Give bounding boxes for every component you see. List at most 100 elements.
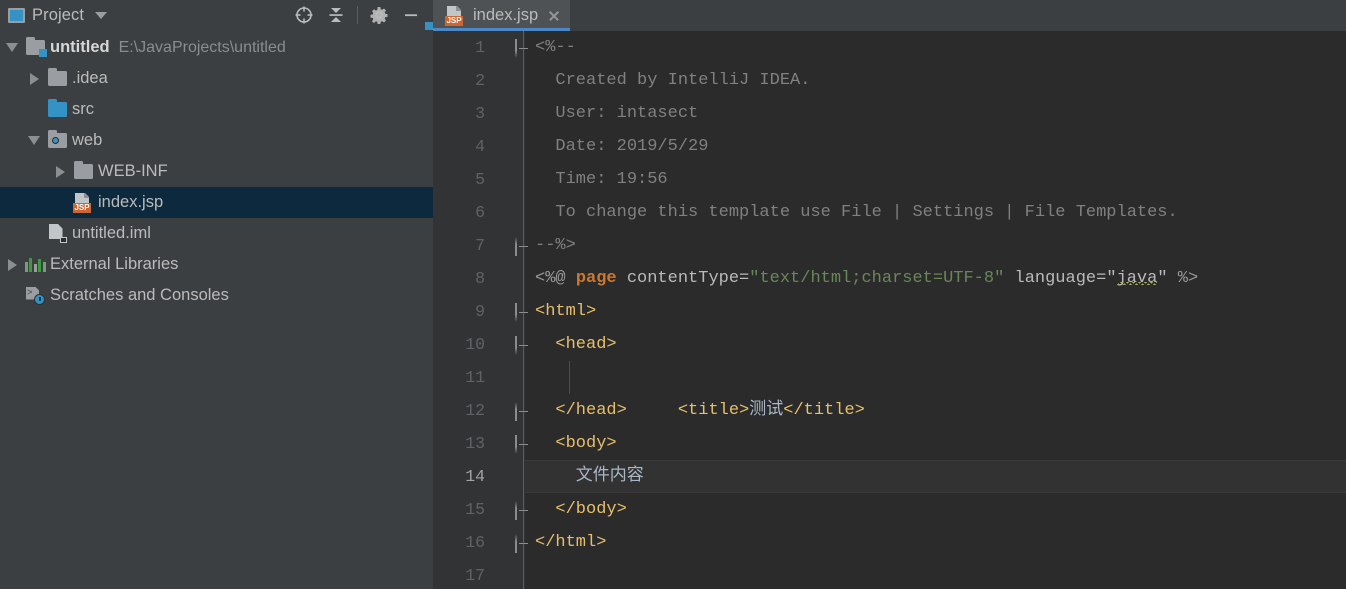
line-number: 7 [475, 236, 485, 255]
tool-window-stripe-indicator [425, 22, 433, 30]
code-line-14[interactable]: 文件内容 [525, 460, 1346, 493]
intellij-window: Project untitled E:\JavaProjects\untitle… [0, 0, 1346, 589]
tool-window-header: Project [0, 0, 433, 30]
code-line-3[interactable]: User: intasect [525, 97, 1346, 130]
code-text: User: intasect [535, 104, 699, 123]
iml-file-icon [44, 224, 70, 243]
line-number: 15 [465, 500, 485, 519]
code-line-8[interactable]: <%@ page contentType="text/html;charset=… [525, 262, 1346, 295]
line-number: 12 [465, 401, 485, 420]
line-number-current: 14 [465, 467, 485, 486]
code-line-17[interactable] [525, 559, 1346, 589]
tree-node-web-inf[interactable]: WEB-INF [0, 156, 433, 187]
code-line-2[interactable]: Created by IntelliJ IDEA. [525, 64, 1346, 97]
code-text: </body> [535, 500, 627, 519]
gutter-line: 3 [433, 97, 525, 130]
code-line-15[interactable]: </body> [525, 493, 1346, 526]
gutter-line: 17 [433, 559, 525, 589]
locate-target-button[interactable] [288, 2, 320, 28]
collapse-all-button[interactable] [320, 2, 352, 28]
hide-tool-window-button[interactable] [395, 2, 427, 28]
code-text: Time: 19:56 [535, 170, 668, 189]
fold-marker-line-10[interactable] [515, 336, 532, 355]
code-text: --%> [535, 236, 576, 255]
line-number: 6 [475, 203, 485, 222]
module-folder-icon [22, 37, 48, 57]
tree-node-untitled-iml[interactable]: untitled.iml [0, 218, 433, 249]
tree-node-untitled[interactable]: untitled E:\JavaProjects\untitled [0, 32, 433, 63]
gear-icon [370, 7, 388, 25]
code-text: <%-- [535, 38, 576, 57]
line-number: 1 [475, 38, 485, 57]
jsp-file-icon: JSP [70, 192, 96, 213]
code-text-area[interactable]: <%-- Created by IntelliJ IDEA. User: int… [525, 31, 1346, 589]
tree-node-label: src [72, 100, 94, 118]
folder-icon [44, 68, 70, 86]
code-line-16[interactable]: </html> [525, 526, 1346, 559]
gutter-line: 8 [433, 262, 525, 295]
code-line-4[interactable]: Date: 2019/5/29 [525, 130, 1346, 163]
code-line-13[interactable]: <body> [525, 427, 1346, 460]
line-number: 17 [465, 566, 485, 585]
tree-node-web[interactable]: web [0, 125, 433, 156]
expand-toggle[interactable] [24, 72, 44, 85]
line-number: 5 [475, 170, 485, 189]
fold-marker-line-9[interactable] [515, 303, 532, 322]
code-line-10[interactable]: <head> [525, 328, 1346, 361]
tree-node-index-jsp[interactable]: JSP index.jsp [0, 187, 433, 218]
code-line-11[interactable]: <title>测试</title> [525, 361, 1346, 420]
code-line-5[interactable]: Time: 19:56 [525, 163, 1346, 196]
code-text: <html> [535, 302, 597, 321]
expand-toggle[interactable] [2, 258, 22, 271]
code-line-7[interactable]: --%> [525, 229, 1346, 262]
code-line-12[interactable]: </head> [525, 394, 1346, 427]
fold-marker-line-13[interactable] [515, 435, 532, 454]
code-line-1[interactable]: <%-- [525, 31, 1346, 64]
tab-index-jsp[interactable]: JSP index.jsp [433, 0, 571, 31]
gutter-line: 5 [433, 163, 525, 196]
expand-toggle[interactable] [24, 136, 44, 145]
jsp-value-language: java [1116, 269, 1158, 288]
gutter-line: 13 [433, 427, 525, 460]
chevron-right-icon [55, 165, 65, 178]
code-text: Created by IntelliJ IDEA. [535, 71, 811, 90]
expand-toggle[interactable] [2, 43, 22, 52]
fold-marker-line-12[interactable] [515, 402, 532, 421]
settings-button[interactable] [363, 2, 395, 28]
jsp-directive-open: <%@ [535, 269, 576, 288]
chevron-down-icon [28, 136, 40, 145]
minimize-icon [405, 14, 417, 17]
fold-marker-line-16[interactable] [515, 534, 532, 553]
chevron-down-icon [6, 43, 18, 52]
gutter-line: 4 [433, 130, 525, 163]
project-tree[interactable]: untitled E:\JavaProjects\untitled .idea … [0, 30, 433, 589]
tree-node-src[interactable]: src [0, 94, 433, 125]
close-icon[interactable] [547, 9, 561, 23]
tool-window-actions [288, 2, 427, 28]
tree-node-scratches-and-consoles[interactable]: > Scratches and Consoles [0, 280, 433, 311]
web-folder-icon [44, 130, 70, 148]
tree-node-idea[interactable]: .idea [0, 63, 433, 94]
project-title-group[interactable]: Project [8, 6, 108, 25]
expand-toggle[interactable] [50, 165, 70, 178]
code-line-6[interactable]: To change this template use File | Setti… [525, 196, 1346, 229]
code-line-9[interactable]: <html> [525, 295, 1346, 328]
gutter-line: 16 [433, 526, 525, 559]
gutter-line: 11 [433, 361, 525, 394]
editor-gutter[interactable]: 1 2 3 4 5 6 7 8 9 10 11 12 13 14 15 16 1… [433, 31, 528, 589]
jsp-directive-keyword: page [575, 269, 617, 288]
tree-node-external-libraries[interactable]: External Libraries [0, 249, 433, 280]
fold-marker-line-1[interactable] [515, 39, 532, 58]
project-tool-window: Project untitled E:\JavaProjects\untitle… [0, 0, 433, 589]
chevron-down-icon[interactable] [95, 11, 108, 19]
toolbar-separator [357, 6, 358, 24]
tree-node-label: External Libraries [50, 255, 179, 273]
code-text: To change this template use File | Setti… [535, 203, 1178, 222]
jsp-attr-language: language= [1004, 269, 1107, 288]
fold-marker-line-15[interactable] [515, 501, 532, 520]
tree-node-path: E:\JavaProjects\untitled [118, 38, 286, 56]
code-viewport[interactable]: 1 2 3 4 5 6 7 8 9 10 11 12 13 14 15 16 1… [433, 31, 1346, 589]
fold-marker-line-7[interactable] [515, 237, 532, 256]
tree-node-label: untitled.iml [72, 224, 151, 242]
code-text: Date: 2019/5/29 [535, 137, 709, 156]
